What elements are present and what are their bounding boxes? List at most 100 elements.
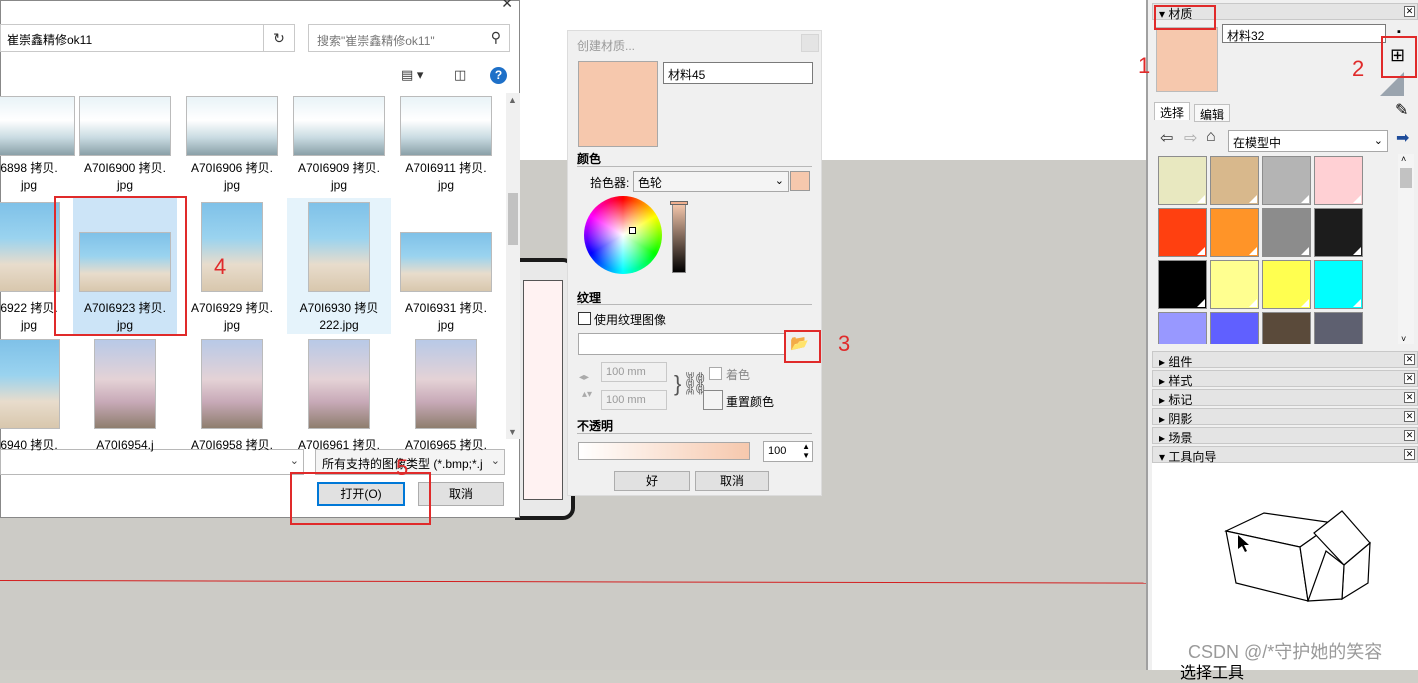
scrollbar-thumb[interactable] bbox=[508, 193, 518, 245]
picked-color-swatch[interactable] bbox=[790, 171, 810, 191]
material-swatch-cell[interactable] bbox=[1210, 312, 1259, 344]
tray-panel-header[interactable]: ▸ 样式 ✕ bbox=[1152, 370, 1418, 388]
file-thumbnail[interactable] bbox=[186, 96, 278, 156]
tray-panel-header[interactable]: ▸ 组件 ✕ bbox=[1152, 351, 1418, 369]
picker-select[interactable]: 色轮 ⌄ bbox=[633, 171, 789, 192]
color-wheel-cursor[interactable] bbox=[629, 227, 636, 234]
expand-arrow-icon[interactable]: ▸ bbox=[1159, 393, 1168, 407]
tray-panel-header[interactable]: ▸ 标记 ✕ bbox=[1152, 389, 1418, 407]
scroll-down-icon[interactable]: ▼ bbox=[508, 427, 517, 437]
color-wheel[interactable] bbox=[584, 196, 662, 274]
preview-pane-icon[interactable]: ◫ bbox=[454, 67, 466, 83]
material-swatch-cell[interactable] bbox=[1314, 208, 1363, 257]
close-icon[interactable]: ✕ bbox=[1404, 392, 1415, 403]
material-swatch-cell[interactable] bbox=[1158, 156, 1207, 205]
home-icon[interactable]: ⌂ bbox=[1206, 128, 1216, 146]
chevron-down-icon[interactable]: ⌄ bbox=[775, 174, 784, 187]
tray-panel-header[interactable]: ▸ 阴影 ✕ bbox=[1152, 408, 1418, 426]
expand-arrow-icon[interactable]: ▾ bbox=[1159, 450, 1168, 464]
color-heading: 颜色 bbox=[577, 152, 602, 166]
search-input[interactable]: 搜索"崔崇鑫精修ok11" ⚲ bbox=[308, 24, 510, 52]
tab-edit[interactable]: 编辑 bbox=[1194, 104, 1231, 122]
material-name-input[interactable]: 材料45 bbox=[663, 62, 813, 84]
file-thumbnail[interactable] bbox=[308, 202, 370, 292]
texture-height-input[interactable]: 100 mm bbox=[601, 390, 667, 410]
material-name-field[interactable]: 材料32 bbox=[1222, 24, 1386, 43]
material-swatch-cell[interactable] bbox=[1262, 156, 1311, 205]
material-swatch-cell[interactable] bbox=[1158, 260, 1207, 309]
close-button[interactable] bbox=[801, 34, 819, 52]
tab-select[interactable]: 选择 bbox=[1154, 102, 1191, 120]
tray-panel-header[interactable]: ▸ 场景 ✕ bbox=[1152, 427, 1418, 445]
search-icon[interactable]: ⚲ bbox=[491, 29, 501, 46]
close-icon[interactable]: ✕ bbox=[1404, 430, 1415, 441]
file-thumbnail[interactable] bbox=[293, 96, 385, 156]
ok-button[interactable]: 好 bbox=[614, 471, 690, 491]
material-swatch-cell[interactable] bbox=[1314, 260, 1363, 309]
tray-panel-header[interactable]: ▾ 工具向导 ✕ bbox=[1152, 446, 1418, 464]
material-swatch-cell[interactable] bbox=[1210, 208, 1259, 257]
file-thumbnail[interactable] bbox=[0, 96, 75, 156]
back-icon[interactable]: ⇦ bbox=[1160, 128, 1173, 148]
material-swatch-cell[interactable] bbox=[1158, 312, 1207, 344]
opacity-slider[interactable] bbox=[578, 442, 750, 460]
expand-arrow-icon[interactable]: ▸ bbox=[1159, 355, 1168, 369]
close-icon[interactable]: ✕ bbox=[1404, 449, 1415, 460]
file-thumbnail[interactable] bbox=[400, 232, 492, 292]
file-thumbnail[interactable] bbox=[308, 339, 370, 429]
scroll-down-icon[interactable]: ˅ bbox=[1401, 334, 1406, 344]
material-swatch-cell[interactable] bbox=[1314, 156, 1363, 205]
tint-checkbox[interactable] bbox=[709, 367, 722, 380]
file-thumbnail[interactable] bbox=[400, 96, 492, 156]
swatch-scrollbar[interactable]: ˄ ˅ bbox=[1398, 154, 1414, 344]
use-texture-checkbox[interactable] bbox=[578, 312, 591, 325]
file-list-scrollbar[interactable]: ▲ ▼ bbox=[506, 93, 520, 439]
view-menu-icon[interactable]: ▤ ▾ bbox=[401, 67, 423, 83]
file-name-line: jpg bbox=[330, 178, 347, 192]
file-thumbnail[interactable] bbox=[94, 339, 156, 429]
file-thumbnail[interactable] bbox=[201, 202, 263, 292]
file-thumbnail[interactable] bbox=[79, 96, 171, 156]
chevron-down-icon[interactable]: ⌄ bbox=[1374, 134, 1383, 147]
close-icon[interactable]: ✕ bbox=[501, 0, 513, 12]
reset-color-button[interactable] bbox=[703, 390, 723, 410]
file-name-line: A70I6911 拷贝. bbox=[405, 161, 487, 175]
close-icon[interactable]: ✕ bbox=[1404, 411, 1415, 422]
opacity-input[interactable]: 100 ▲ ▼ bbox=[763, 441, 813, 462]
details-arrow-icon[interactable]: ➡ bbox=[1396, 128, 1409, 148]
file-thumbnail[interactable] bbox=[0, 202, 60, 292]
cancel-button[interactable]: 取消 bbox=[695, 471, 769, 491]
material-swatch-cell[interactable] bbox=[1210, 260, 1259, 309]
forward-icon[interactable]: ⇨ bbox=[1184, 128, 1197, 148]
material-swatch-cell[interactable] bbox=[1262, 208, 1311, 257]
expand-arrow-icon[interactable]: ▸ bbox=[1159, 374, 1168, 388]
material-swatch-cell[interactable] bbox=[1158, 208, 1207, 257]
texture-path-input[interactable] bbox=[578, 333, 786, 355]
close-icon[interactable]: ✕ bbox=[1404, 373, 1415, 384]
slider-knob[interactable] bbox=[670, 201, 688, 205]
scrollbar-thumb[interactable] bbox=[1400, 168, 1412, 188]
file-thumbnail[interactable] bbox=[201, 339, 263, 429]
material-swatch-cell[interactable] bbox=[1314, 312, 1363, 344]
refresh-icon[interactable]: ↻ bbox=[263, 24, 295, 52]
chevron-down-icon[interactable]: ⌄ bbox=[290, 454, 299, 467]
eyedropper-icon[interactable]: ✎ bbox=[1395, 100, 1408, 120]
expand-arrow-icon[interactable]: ▸ bbox=[1159, 431, 1168, 445]
material-swatch-cell[interactable] bbox=[1262, 260, 1311, 309]
chevron-down-icon[interactable]: ⌄ bbox=[490, 454, 500, 467]
material-swatch-cell[interactable] bbox=[1262, 312, 1311, 344]
close-icon[interactable]: ✕ bbox=[1404, 6, 1415, 17]
texture-width-input[interactable]: 100 mm bbox=[601, 362, 667, 382]
scroll-up-icon[interactable]: ▲ bbox=[508, 95, 517, 105]
spinner-icon[interactable]: ▲ ▼ bbox=[802, 442, 810, 460]
expand-arrow-icon[interactable]: ▸ bbox=[1159, 412, 1168, 426]
brightness-slider[interactable] bbox=[670, 201, 688, 273]
help-icon[interactable]: ? bbox=[490, 67, 507, 84]
material-swatch-cell[interactable] bbox=[1210, 156, 1259, 205]
address-bar[interactable]: 崔崇鑫精修ok11 ⌄ bbox=[0, 24, 288, 52]
file-thumbnail[interactable] bbox=[415, 339, 477, 429]
file-thumbnail[interactable] bbox=[0, 339, 60, 429]
collection-select[interactable]: 在模型中 ⌄ bbox=[1228, 130, 1388, 152]
close-icon[interactable]: ✕ bbox=[1404, 354, 1415, 365]
scroll-up-icon[interactable]: ˄ bbox=[1401, 154, 1406, 164]
